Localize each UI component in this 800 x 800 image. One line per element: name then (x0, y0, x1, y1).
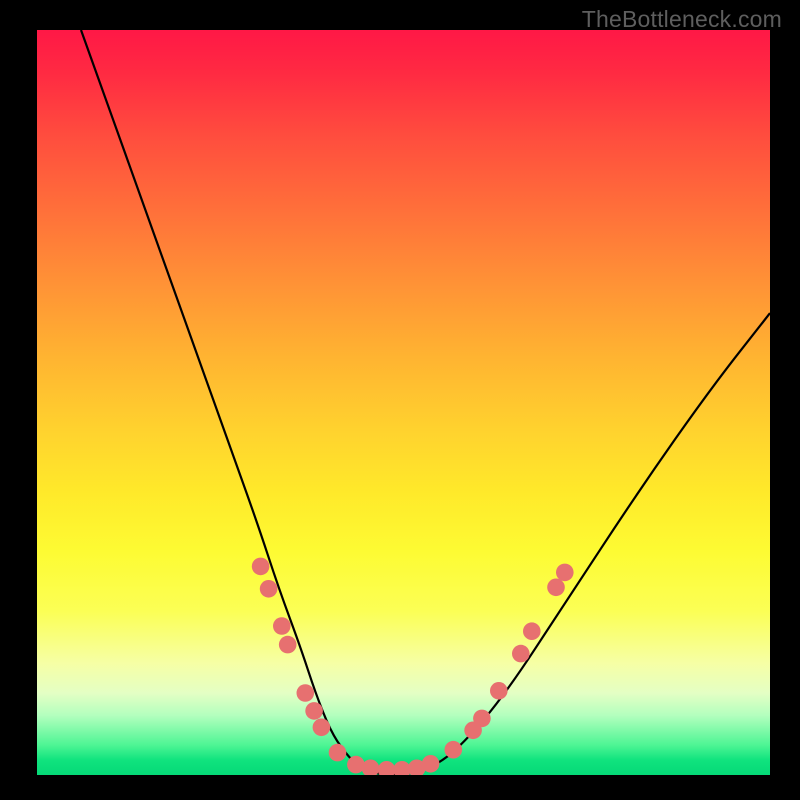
chart-frame: TheBottleneck.com (0, 0, 800, 800)
curve-marker (556, 564, 574, 582)
curve-marker (252, 558, 270, 576)
plot-area (37, 30, 770, 775)
curve-marker (445, 741, 463, 759)
curve-marker (378, 761, 396, 775)
curve-marker (297, 684, 315, 702)
curve-marker (547, 579, 565, 597)
curve-marker (273, 617, 291, 635)
curve-marker (512, 645, 530, 663)
curve-markers (252, 558, 574, 775)
curve-marker (305, 702, 323, 720)
bottleneck-curve (81, 30, 770, 775)
curve-marker (279, 636, 297, 654)
curve-marker (473, 710, 491, 728)
watermark-text: TheBottleneck.com (582, 6, 782, 33)
curve-marker (362, 760, 380, 776)
curve-marker (260, 580, 278, 598)
curve-marker (329, 744, 347, 762)
curve-marker (313, 719, 331, 737)
curve-marker (490, 682, 508, 700)
curve-marker (523, 622, 541, 640)
curve-marker (422, 755, 440, 773)
chart-svg (37, 30, 770, 775)
